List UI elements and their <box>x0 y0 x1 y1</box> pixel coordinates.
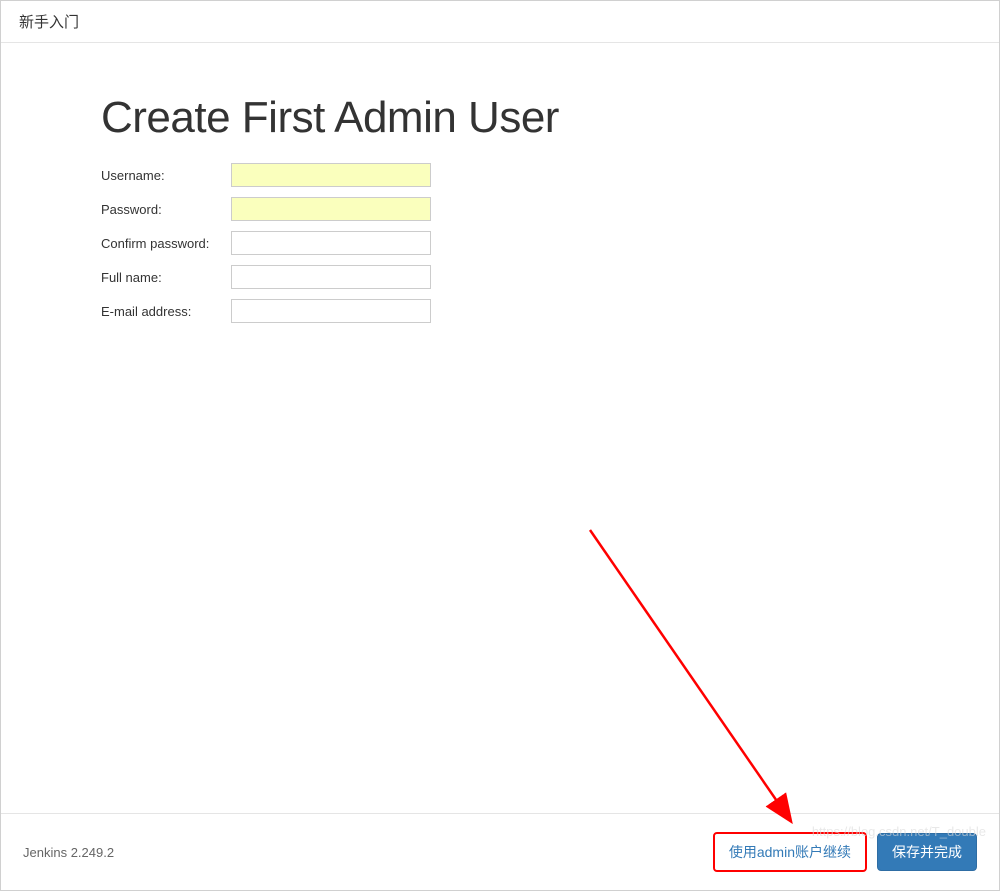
setup-wizard-container: 新手入门 Create First Admin User Username: P… <box>0 0 1000 891</box>
form-row-confirm-password: Confirm password: <box>101 231 899 255</box>
form-row-email: E-mail address: <box>101 299 899 323</box>
header-title: 新手入门 <box>19 14 79 31</box>
wizard-header: 新手入门 <box>1 1 999 43</box>
full-name-input[interactable] <box>231 265 431 289</box>
confirm-password-label: Confirm password: <box>101 236 231 251</box>
email-input[interactable] <box>231 299 431 323</box>
confirm-password-input[interactable] <box>231 231 431 255</box>
jenkins-version: Jenkins 2.249.2 <box>23 845 114 860</box>
continue-as-admin-button[interactable]: 使用admin账户继续 <box>713 832 867 872</box>
password-label: Password: <box>101 202 231 217</box>
page-title: Create First Admin User <box>101 93 899 143</box>
form-row-full-name: Full name: <box>101 265 899 289</box>
email-label: E-mail address: <box>101 304 231 319</box>
wizard-content: Create First Admin User Username: Passwo… <box>1 43 999 813</box>
username-label: Username: <box>101 168 231 183</box>
form-row-password: Password: <box>101 197 899 221</box>
footer-actions: 使用admin账户继续 保存并完成 <box>713 832 977 872</box>
password-input[interactable] <box>231 197 431 221</box>
save-and-finish-button[interactable]: 保存并完成 <box>877 833 977 871</box>
username-input[interactable] <box>231 163 431 187</box>
form-row-username: Username: <box>101 163 899 187</box>
wizard-footer: Jenkins 2.249.2 使用admin账户继续 保存并完成 <box>1 813 999 890</box>
full-name-label: Full name: <box>101 270 231 285</box>
